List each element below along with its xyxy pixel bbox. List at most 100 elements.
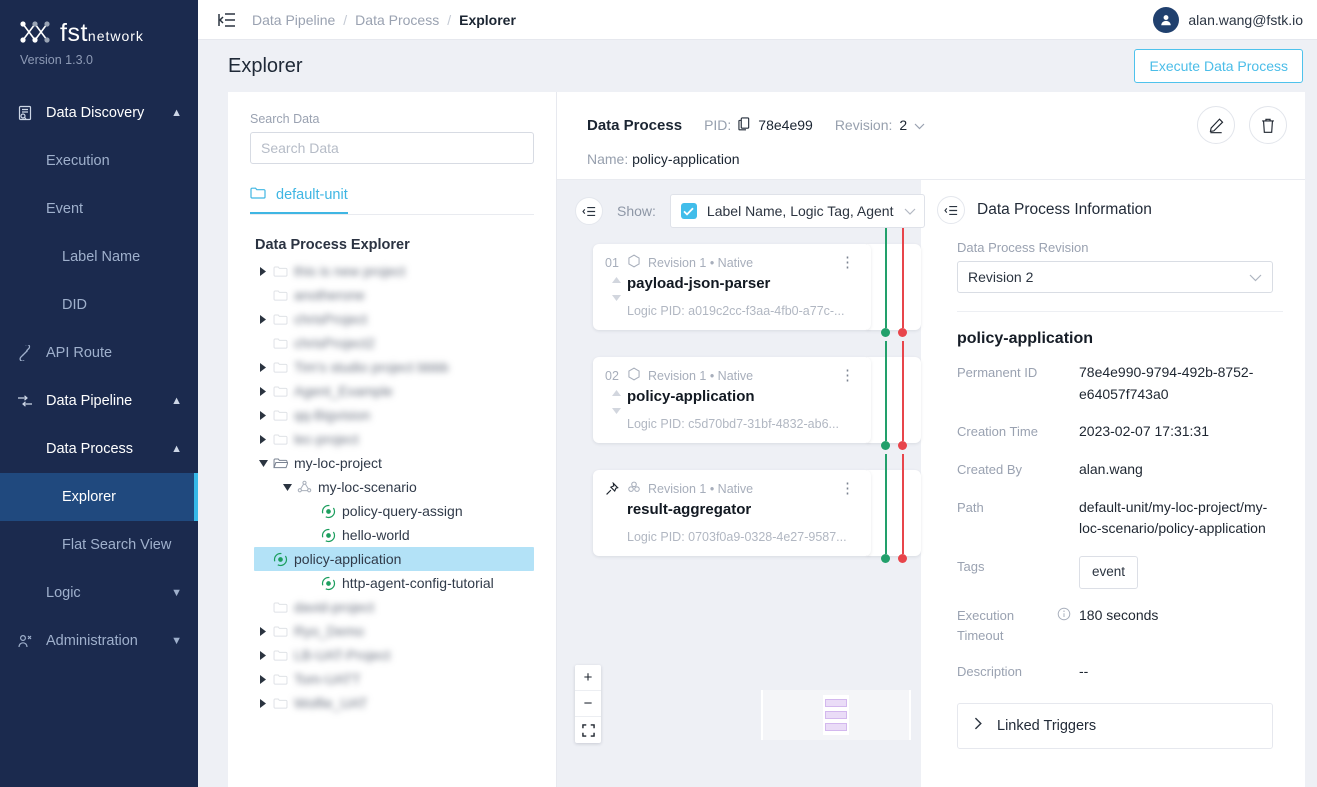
breadcrumb-item-data-pipeline[interactable]: Data Pipeline — [252, 12, 335, 28]
tree-node[interactable]: lec-project — [250, 427, 534, 451]
flow-node-card[interactable]: Revision 1 • Native⋮result-aggregatorLog… — [593, 470, 871, 556]
collapse-sidebar-icon[interactable] — [218, 12, 236, 28]
flow-node-revision: Revision 1 • Native — [648, 482, 753, 496]
expand-arrow-icon[interactable] — [256, 411, 270, 420]
sidebar-item-flat-search-view[interactable]: Flat Search View — [0, 521, 198, 569]
sidebar-item-logic[interactable]: Logic ▼ — [0, 569, 198, 617]
flow-node-name: policy-application — [627, 388, 859, 405]
sidebar-item-did[interactable]: DID — [0, 281, 198, 329]
trash-icon[interactable] — [1249, 106, 1287, 144]
revision-value: 2 — [899, 117, 907, 133]
show-filter-select[interactable]: Label Name, Logic Tag, Agent... — [670, 194, 925, 228]
expand-arrow-icon[interactable] — [256, 627, 270, 636]
panel-toggle-left-icon[interactable] — [575, 197, 603, 225]
info-field-value: 180 seconds — [1079, 605, 1158, 645]
revision-select[interactable]: Revision 2 — [957, 261, 1273, 293]
tree-node-label: hello-world — [342, 527, 410, 543]
tab-default-unit[interactable]: default-unit — [250, 186, 348, 214]
info-circle-icon — [1057, 605, 1079, 645]
checkbox-checked-icon[interactable] — [681, 203, 697, 219]
reorder-arrows[interactable] — [605, 388, 627, 431]
fit-screen-icon[interactable] — [575, 717, 601, 743]
success-port-dot[interactable] — [881, 441, 890, 450]
tree-node[interactable]: http-agent-config-tutorial — [298, 571, 534, 595]
kebab-menu-icon[interactable]: ⋮ — [836, 368, 859, 383]
sidebar-item-explorer[interactable]: Explorer — [0, 473, 198, 521]
tree-node[interactable]: Ryo_Demo — [250, 619, 534, 643]
collapse-arrow-icon[interactable] — [280, 484, 294, 491]
success-port-dot[interactable] — [881, 328, 890, 337]
edit-pencil-icon[interactable] — [1197, 106, 1235, 144]
expand-arrow-icon[interactable] — [256, 699, 270, 708]
execute-data-process-button[interactable]: Execute Data Process — [1134, 49, 1303, 83]
expand-arrow-icon[interactable] — [256, 363, 270, 372]
kebab-menu-icon[interactable]: ⋮ — [836, 255, 859, 270]
tree-node[interactable]: my-loc-project — [250, 451, 534, 475]
error-port-dot[interactable] — [898, 441, 907, 450]
sidebar-item-label-name[interactable]: Label Name — [0, 233, 198, 281]
data-process-icon — [270, 552, 290, 567]
collapse-arrow-icon[interactable] — [256, 460, 270, 467]
zoom-in-button[interactable]: + — [575, 665, 601, 691]
zoom-out-button[interactable]: − — [575, 691, 601, 717]
canvas-minimap[interactable] — [761, 690, 911, 740]
hexagon-icon — [627, 254, 641, 271]
sidebar-item-event[interactable]: Event — [0, 185, 198, 233]
sidebar-item-data-discovery[interactable]: Data Discovery ▲ — [0, 89, 198, 137]
topbar-user[interactable]: alan.wang@fstk.io — [1153, 7, 1303, 33]
data-process-detail: Data Process PID: 78e4e99 Revision: — [556, 92, 1305, 787]
panel-toggle-right-icon[interactable] — [937, 196, 965, 224]
linked-triggers-accordion[interactable]: Linked Triggers — [957, 703, 1273, 749]
tree-node[interactable]: chrisProject2 — [250, 331, 534, 355]
breadcrumb-item-explorer: Explorer — [459, 12, 516, 28]
tree-node[interactable]: Tim's studio project bbbb — [250, 355, 534, 379]
tree-node[interactable]: my-loc-scenario — [274, 475, 534, 499]
folder-icon — [270, 697, 290, 709]
tree-node[interactable]: Wolfie_UAT — [250, 691, 534, 715]
tree-node[interactable]: policy-query-assign — [298, 499, 534, 523]
sidebar-item-administration[interactable]: Administration ▼ — [0, 617, 198, 665]
expand-arrow-icon[interactable] — [256, 315, 270, 324]
expand-arrow-icon[interactable] — [256, 387, 270, 396]
expand-arrow-icon[interactable] — [256, 267, 270, 276]
kebab-menu-icon[interactable]: ⋮ — [836, 481, 859, 496]
detail-actions — [1197, 106, 1287, 144]
copy-icon[interactable] — [738, 117, 751, 134]
tree-node[interactable]: qq-Bigvision — [250, 403, 534, 427]
info-icon-placeholder — [1057, 421, 1079, 443]
flow-node-card[interactable]: 02Revision 1 • Native⋮policy-application… — [593, 357, 871, 443]
tree-node[interactable]: david-project — [250, 595, 534, 619]
tree-node[interactable]: anotherone — [250, 283, 534, 307]
name-label: Name: — [587, 151, 628, 167]
chevron-down-icon: ▼ — [171, 587, 182, 599]
sidebar-item-data-pipeline[interactable]: Data Pipeline ▲ — [0, 377, 198, 425]
breadcrumb-item-data-process[interactable]: Data Process — [355, 12, 439, 28]
folder-icon — [270, 289, 290, 301]
sidebar-item-api-route[interactable]: API Route — [0, 329, 198, 377]
tree-node[interactable]: LB-UAT-Project — [250, 643, 534, 667]
revision-selector[interactable]: Revision: 2 — [835, 117, 925, 133]
expand-arrow-icon[interactable] — [256, 435, 270, 444]
info-field-row: Created Byalan.wang — [957, 459, 1283, 481]
sidebar-item-data-process[interactable]: Data Process ▲ — [0, 425, 198, 473]
tree-node[interactable]: chrisProject — [250, 307, 534, 331]
tree-node[interactable]: policy-application — [254, 547, 534, 571]
sidebar-item-execution[interactable]: Execution — [0, 137, 198, 185]
error-port-dot[interactable] — [898, 328, 907, 337]
pin-icon[interactable] — [605, 482, 627, 496]
expand-arrow-icon[interactable] — [256, 675, 270, 684]
tree-node[interactable]: Agent_Example — [250, 379, 534, 403]
expand-arrow-icon[interactable] — [256, 651, 270, 660]
tree-node-label: qq-Bigvision — [294, 407, 370, 423]
reorder-arrows[interactable] — [605, 275, 627, 318]
success-port-dot[interactable] — [881, 554, 890, 563]
tree-node[interactable]: Tom-UATT — [250, 667, 534, 691]
search-input[interactable] — [250, 132, 534, 164]
flow-canvas[interactable]: Show: Label Name, Logic Tag, Agent... — [557, 179, 921, 787]
flow-node-card[interactable]: 01Revision 1 • Native⋮payload-json-parse… — [593, 244, 871, 330]
data-process-explorer-title: Data Process Explorer — [255, 237, 534, 253]
error-port-dot[interactable] — [898, 554, 907, 563]
folder-icon — [270, 385, 290, 397]
tree-node[interactable]: hello-world — [298, 523, 534, 547]
tree-node[interactable]: this is new project — [250, 259, 534, 283]
